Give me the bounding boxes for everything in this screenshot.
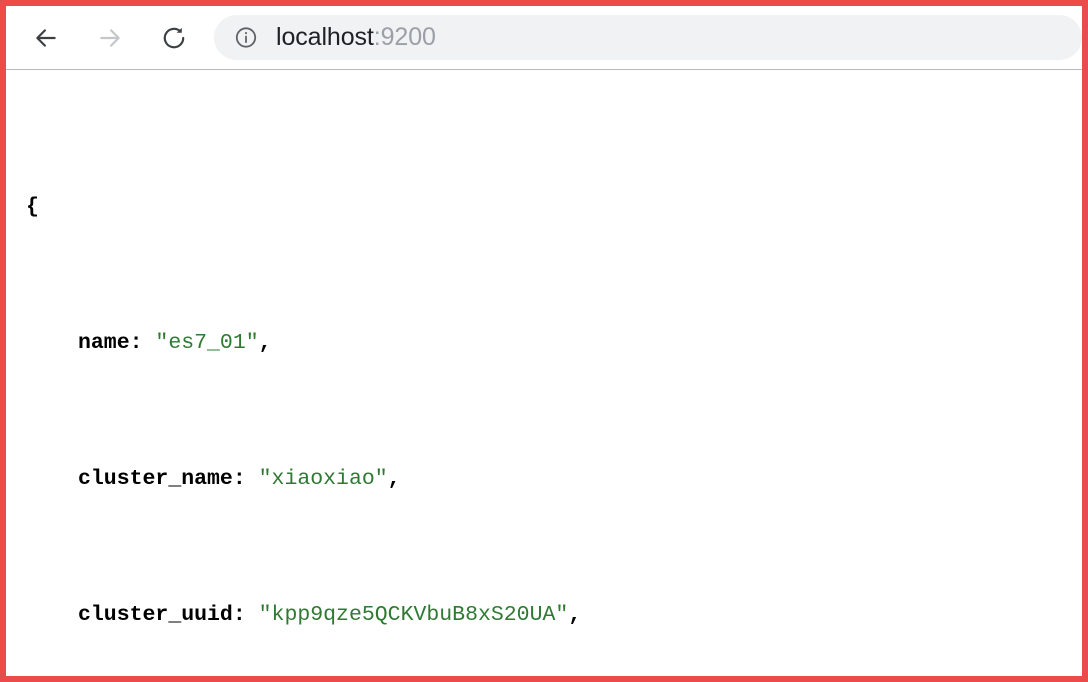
url-port: :9200 <box>373 23 436 51</box>
back-button[interactable] <box>24 16 68 60</box>
key-name: name <box>78 331 130 355</box>
forward-button[interactable] <box>88 16 132 60</box>
json-viewer: { name: "es7_01", cluster_name: "xiaoxia… <box>6 88 1082 676</box>
json-row-cluster-uuid: cluster_uuid: "kpp9qze5QCKVbuB8xS20UA", <box>6 598 1082 632</box>
comma: , <box>387 467 401 491</box>
colon: : <box>232 467 246 491</box>
comma: , <box>258 331 272 355</box>
back-arrow-icon <box>33 25 59 51</box>
quote-close: " <box>374 467 388 491</box>
reload-button[interactable] <box>152 16 196 60</box>
comma: , <box>568 603 582 627</box>
reload-icon <box>161 25 187 51</box>
value-cluster-name: xiaoxiao <box>271 467 375 491</box>
browser-window: localhost:9200 { name: "es7_01", cluster… <box>0 0 1088 682</box>
json-row-name: name: "es7_01", <box>6 326 1082 360</box>
json-row-cluster-name: cluster_name: "xiaoxiao", <box>6 462 1082 496</box>
value-name: es7_01 <box>168 331 246 355</box>
address-bar-text: localhost:9200 <box>276 23 436 52</box>
quote-open: " <box>258 467 272 491</box>
quote-open: " <box>155 331 169 355</box>
site-info-icon[interactable] <box>234 26 258 50</box>
value-cluster-uuid: kpp9qze5QCKVbuB8xS20UA <box>271 603 556 627</box>
json-root-open: { <box>6 190 1082 224</box>
browser-toolbar: localhost:9200 <box>6 6 1082 70</box>
colon: : <box>129 331 143 355</box>
quote-close: " <box>555 603 569 627</box>
quote-close: " <box>245 331 259 355</box>
key-cluster-name: cluster_name <box>78 467 233 491</box>
forward-arrow-icon <box>97 25 123 51</box>
url-host: localhost <box>276 23 374 51</box>
key-cluster-uuid: cluster_uuid <box>78 603 233 627</box>
page-content: { name: "es7_01", cluster_name: "xiaoxia… <box>6 70 1082 676</box>
quote-open: " <box>258 603 272 627</box>
root-open-brace: { <box>26 195 39 219</box>
address-bar[interactable]: localhost:9200 <box>214 15 1082 60</box>
colon: : <box>232 603 246 627</box>
